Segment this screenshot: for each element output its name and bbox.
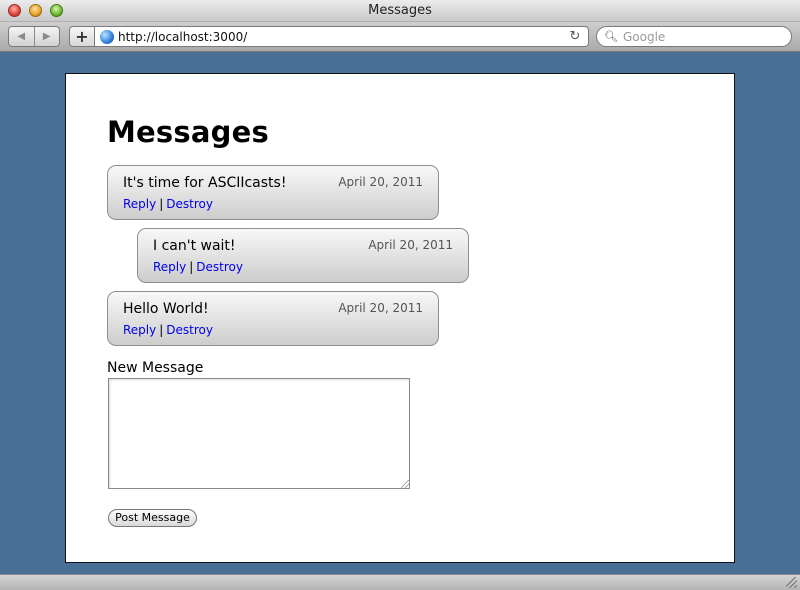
page-content: Messages It's time for ASCIIcasts! April… [65,73,735,563]
browser-toolbar: ◀ ▶ + http://localhost:3000/ ↻ 🔍︎ Google [0,22,800,52]
search-field[interactable]: 🔍︎ Google [596,26,792,47]
add-bookmark-button[interactable]: + [69,26,95,47]
reply-link[interactable]: Reply [123,197,156,211]
post-message-button[interactable]: Post Message [108,509,197,527]
forward-button[interactable]: ▶ [33,27,60,46]
link-separator: | [159,323,164,337]
message-actions: Reply | Destroy [153,260,243,274]
destroy-link[interactable]: Destroy [166,197,213,211]
search-icon: 🔍︎ [604,30,618,43]
message-date: April 20, 2011 [338,301,423,315]
destroy-link[interactable]: Destroy [166,323,213,337]
reply-link[interactable]: Reply [123,323,156,337]
forward-arrow-icon: ▶ [42,31,51,42]
window-titlebar: Messages [0,0,800,22]
message-card: It's time for ASCIIcasts! April 20, 2011… [107,165,439,220]
status-bar [0,574,800,590]
page-title: Messages [107,115,269,149]
link-separator: | [159,197,164,211]
reload-icon[interactable]: ↻ [566,29,584,44]
textarea-resize-grip[interactable] [401,480,409,488]
address-bar[interactable]: http://localhost:3000/ ↻ [95,26,589,47]
destroy-link[interactable]: Destroy [196,260,243,274]
back-arrow-icon: ◀ [17,31,26,42]
search-placeholder: Google [622,29,666,44]
message-date: April 20, 2011 [368,238,453,252]
url-text[interactable]: http://localhost:3000/ [118,30,566,44]
message-card: Hello World! April 20, 2011 Reply | Destro… [107,291,439,346]
message-body: I can't wait! [153,238,236,254]
new-message-label: New Message [107,360,204,376]
window-title: Messages [368,3,432,18]
message-body: Hello World! [123,301,209,317]
back-button[interactable]: ◀ [9,27,34,46]
message-actions: Reply | Destroy [123,197,213,211]
message-actions: Reply | Destroy [123,323,213,337]
new-message-textarea[interactable] [108,378,410,489]
window-resize-icon[interactable] [786,577,797,588]
message-body: It's time for ASCIIcasts! [123,175,287,191]
message-date: April 20, 2011 [338,175,423,189]
reply-link[interactable]: Reply [153,260,186,274]
message-card-reply: I can't wait! April 20, 2011 Reply | Destr… [137,228,469,283]
nav-buttons: ◀ ▶ [8,26,60,47]
link-separator: | [189,260,194,274]
globe-icon [100,29,114,44]
